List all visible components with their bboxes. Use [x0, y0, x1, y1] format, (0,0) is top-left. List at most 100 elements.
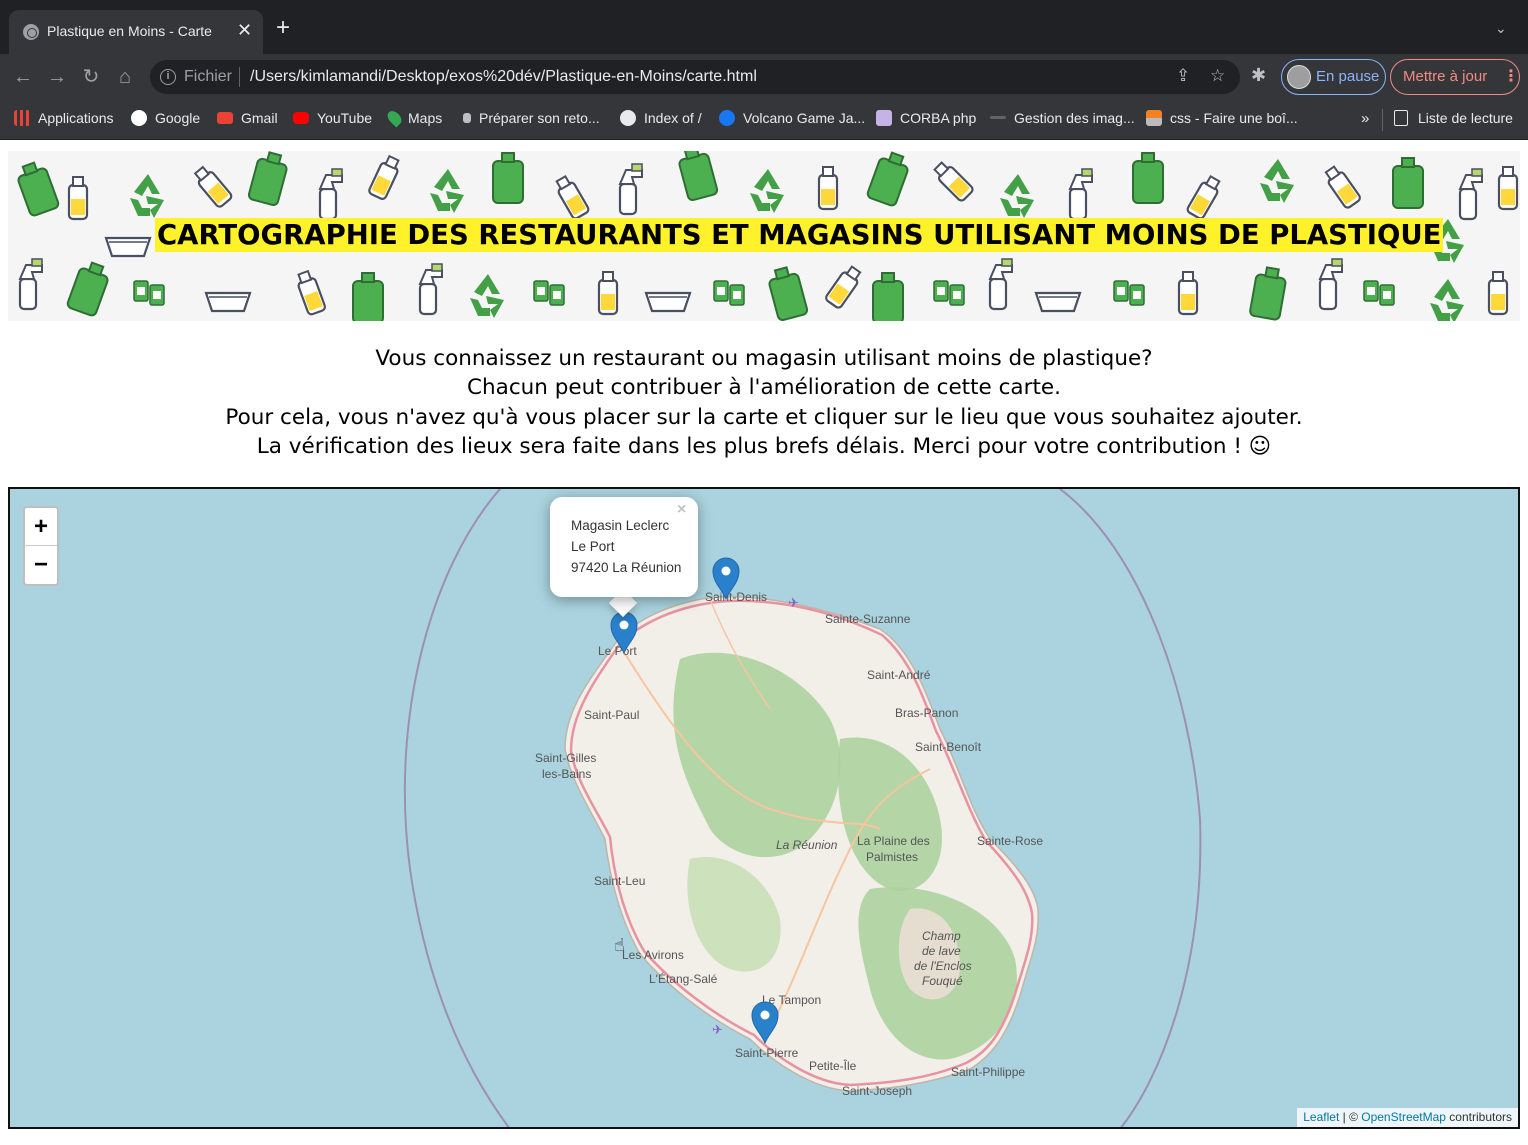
forward-arrow-icon[interactable]: →	[43, 63, 71, 91]
tab-list-chevron-icon[interactable]: ⌄	[1495, 20, 1507, 37]
map-label-sainte-suzanne: Sainte-Suzanne	[825, 612, 911, 626]
map-label-etang-sale: L'Étang-Salé	[649, 971, 718, 986]
facebook-icon	[719, 110, 735, 126]
zoom-in-button[interactable]: +	[25, 508, 57, 546]
update-label: Mettre à jour	[1403, 68, 1488, 85]
address-separator	[239, 67, 240, 87]
globe-favicon-icon	[23, 24, 39, 40]
dash-icon	[990, 116, 1006, 119]
youtube-icon	[293, 112, 309, 124]
zoom-out-button[interactable]: −	[25, 546, 57, 584]
map-label-enclos-1: Champ	[922, 929, 961, 943]
site-info-icon[interactable]: i	[160, 69, 176, 85]
profile-button[interactable]: En pause	[1281, 59, 1386, 95]
map-label-plaine: La Plaine des	[857, 834, 930, 848]
map-label-saint-philippe: Saint-Philippe	[951, 1065, 1025, 1079]
back-arrow-icon[interactable]: ←	[9, 63, 37, 91]
map-label-saint-joseph: Saint-Joseph	[842, 1084, 912, 1098]
bookmarks-overflow-icon[interactable]: »	[1361, 110, 1369, 127]
intro-line: Vous connaissez un restaurant ou magasin…	[375, 346, 1153, 371]
bookmark-icon	[876, 110, 892, 126]
url-scheme-label: Fichier	[184, 68, 233, 85]
page-icon	[463, 113, 471, 123]
bookmarks-bar: Applications Google Gmail YouTube Maps P…	[0, 100, 1528, 140]
airport-icon: ✈	[788, 595, 799, 610]
more-menu-icon[interactable]: ⋮	[1503, 66, 1519, 86]
map-label-saint-denis: Saint-Denis	[705, 590, 767, 604]
osm-link[interactable]: OpenStreetMap	[1361, 1110, 1446, 1124]
map-attribution: Leaflet | © OpenStreetMap contributors	[1297, 1108, 1518, 1127]
intro-line: La vérification des lieux sera faite dan…	[256, 433, 1272, 459]
map-label-saint-andre: Saint-André	[867, 668, 931, 682]
leaflet-link[interactable]: Leaflet	[1303, 1110, 1339, 1124]
map-label-la-reunion: La Réunion	[776, 838, 838, 852]
bookmark-google[interactable]: Google	[131, 110, 200, 130]
bookmark-preparer[interactable]: Préparer son reto...	[463, 110, 600, 130]
bookmark-youtube[interactable]: YouTube	[293, 110, 372, 130]
intro-line: Chacun peut contribuer à l'amélioration …	[467, 375, 1061, 401]
popup-city: Le Port	[571, 539, 615, 554]
address-bar[interactable]: i Fichier /Users/kimlamandi/Desktop/exos…	[150, 60, 1240, 94]
intro-text: Vous connaissez un restaurant ou magasin…	[0, 344, 1528, 461]
intro-line: Pour cela, vous n'avez qu'à vous placer …	[225, 404, 1303, 430]
update-button[interactable]: Mettre à jour ⋮	[1390, 59, 1520, 95]
map-label-enclos-2: de lave	[922, 944, 961, 958]
apps-grid-icon	[14, 110, 30, 126]
bookmark-applications[interactable]: Applications	[14, 110, 114, 130]
map-label-les-avirons: Les Avirons	[622, 948, 684, 962]
maps-icon	[384, 108, 405, 128]
map-label-saint-benoit: Saint-Benoît	[915, 740, 982, 754]
browser-tab-bar: Plastique en Moins - Carte ✕ + ⌄	[0, 0, 1528, 54]
google-icon	[131, 110, 147, 126]
bookmark-css[interactable]: css - Faire une boî...	[1146, 110, 1298, 130]
hand-cursor-icon: ☝	[614, 935, 625, 955]
extensions-puzzle-icon[interactable]: ✱	[1251, 65, 1266, 86]
bookmark-corba[interactable]: CORBA php	[876, 110, 976, 130]
attribution-suffix: contributors	[1445, 1110, 1512, 1124]
browser-tab[interactable]: Plastique en Moins - Carte ✕	[9, 10, 263, 54]
map-label-saint-paul: Saint-Paul	[584, 708, 639, 722]
zoom-control: + −	[23, 506, 59, 586]
page-title: CARTOGRAPHIE DES RESTAURANTS ET MAGASINS…	[155, 218, 1444, 252]
popup-store-name: Magasin Leclerc	[571, 518, 670, 533]
map-tiles[interactable]: Saint-Denis Sainte-Suzanne Le Port Saint…	[10, 489, 1518, 1127]
tab-title: Plastique en Moins - Carte	[47, 23, 212, 39]
map-label-enclos-3: de l'Enclos	[914, 959, 972, 973]
globe-icon	[620, 110, 636, 126]
bookmark-star-icon[interactable]: ☆	[1210, 66, 1225, 86]
stackoverflow-icon	[1146, 110, 1162, 126]
map-label-sainte-rose: Sainte-Rose	[977, 834, 1043, 848]
airport-icon: ✈	[712, 1022, 723, 1037]
map-label-le-port: Le Port	[598, 644, 637, 658]
new-tab-button[interactable]: +	[276, 16, 290, 40]
reading-list-icon	[1394, 110, 1408, 126]
bookmark-gestion[interactable]: Gestion des imag...	[990, 110, 1135, 130]
reload-icon[interactable]: ↻	[77, 63, 105, 91]
avatar	[1287, 65, 1311, 89]
map-label-saint-gilles: Saint-Gilles	[535, 751, 596, 765]
bookmark-gmail[interactable]: Gmail	[217, 110, 278, 130]
bookmark-maps[interactable]: Maps	[384, 108, 442, 130]
browser-toolbar: ← → ↻ ⌂ i Fichier /Users/kimlamandi/Desk…	[0, 54, 1528, 100]
profile-status-label: En pause	[1316, 68, 1380, 85]
map-label-les-bains: les-Bains	[542, 767, 591, 781]
map-label-enclos-4: Fouqué	[922, 974, 963, 988]
map-label-saint-leu: Saint-Leu	[594, 874, 645, 888]
share-icon[interactable]: ⇪	[1176, 66, 1190, 86]
bookmark-index[interactable]: Index of /	[620, 110, 702, 130]
home-icon[interactable]: ⌂	[111, 63, 139, 91]
popup-close-icon[interactable]: ×	[677, 501, 686, 519]
map-label-saint-pierre: Saint-Pierre	[735, 1046, 799, 1060]
bookmark-volcano[interactable]: Volcano Game Ja...	[719, 110, 865, 130]
map-label-palmistes: Palmistes	[866, 850, 918, 864]
map-label-petite-ile: Petite-Île	[809, 1058, 857, 1073]
reading-list-button[interactable]: Liste de lecture	[1394, 110, 1513, 126]
url-text[interactable]: /Users/kimlamandi/Desktop/exos%20dév/Pla…	[250, 68, 757, 86]
leaflet-map[interactable]: Saint-Denis Sainte-Suzanne Le Port Saint…	[8, 487, 1520, 1129]
popup-postal: 97420 La Réunion	[571, 560, 682, 575]
map-label-bras-panon: Bras-Panon	[895, 706, 958, 720]
gmail-icon	[217, 112, 233, 124]
marker-popup: × Magasin Leclerc Le Port 97420 La Réuni…	[550, 497, 698, 597]
close-tab-icon[interactable]: ✕	[237, 20, 252, 41]
attribution-sep: | ©	[1339, 1110, 1362, 1124]
